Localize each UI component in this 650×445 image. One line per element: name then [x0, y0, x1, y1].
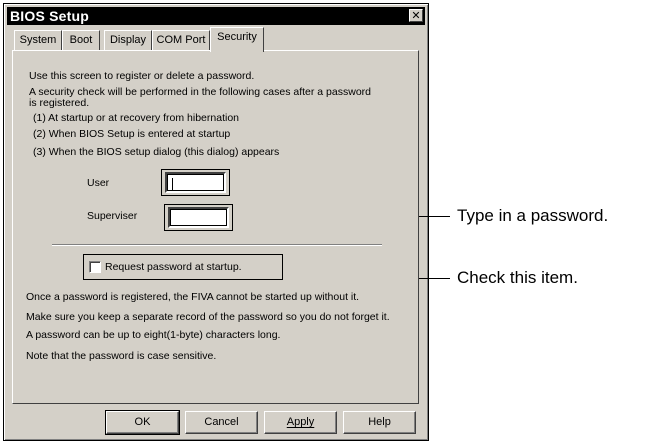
tab-boot[interactable]: Boot: [62, 30, 100, 50]
close-icon: ✕: [411, 9, 421, 22]
request-password-checkbox[interactable]: [89, 261, 101, 273]
text-caret: [172, 178, 173, 191]
title-bar[interactable]: BIOS Setup ✕: [7, 7, 425, 25]
section-divider: [52, 244, 382, 246]
superviser-label: Superviser: [87, 210, 138, 222]
case-3: (3) When the BIOS setup dialog (this dia…: [33, 146, 280, 158]
tab-com-port-label: COM Port: [156, 34, 206, 46]
note-3: A password can be up to eight(1-byte) ch…: [26, 329, 281, 341]
user-label: User: [87, 177, 110, 189]
apply-button[interactable]: Apply: [264, 411, 337, 434]
tab-boot-label: Boot: [69, 34, 93, 46]
ok-button[interactable]: OK: [105, 410, 180, 435]
help-button[interactable]: Help: [343, 411, 416, 434]
tab-display-label: Display: [109, 34, 147, 46]
help-button-label: Help: [368, 416, 391, 428]
tab-system-label: System: [19, 34, 57, 46]
tab-com-port[interactable]: COM Port: [152, 30, 210, 50]
note-4: Note that the password is case sensitive…: [26, 350, 217, 362]
cancel-button-label: Cancel: [204, 416, 239, 428]
ok-button-label: OK: [134, 416, 151, 428]
note-2: Make sure you keep a separate record of …: [26, 311, 390, 323]
close-button[interactable]: ✕: [409, 9, 423, 22]
window-title: BIOS Setup: [10, 8, 90, 24]
tab-security-label: Security: [217, 31, 257, 43]
note-1: Once a password is registered, the FIVA …: [26, 291, 360, 303]
tab-system[interactable]: System: [14, 30, 62, 50]
tab-display[interactable]: Display: [104, 30, 152, 50]
intro-text-1: Use this screen to register or delete a …: [29, 70, 255, 82]
tab-security[interactable]: Security: [210, 27, 264, 52]
request-password-label[interactable]: Request password at startup.: [105, 261, 242, 273]
case-2: (2) When BIOS Setup is entered at startu…: [33, 128, 231, 140]
superviser-password-input[interactable]: [168, 207, 229, 228]
cancel-button[interactable]: Cancel: [185, 411, 258, 434]
check-callout: Check this item.: [457, 268, 578, 287]
intro-text-3: is registered.: [29, 97, 90, 109]
password-callout: Type in a password.: [457, 206, 609, 225]
user-password-input[interactable]: [165, 172, 226, 193]
apply-button-label: Apply: [286, 416, 315, 428]
case-1: (1) At startup or at recovery from hiber…: [33, 112, 240, 124]
